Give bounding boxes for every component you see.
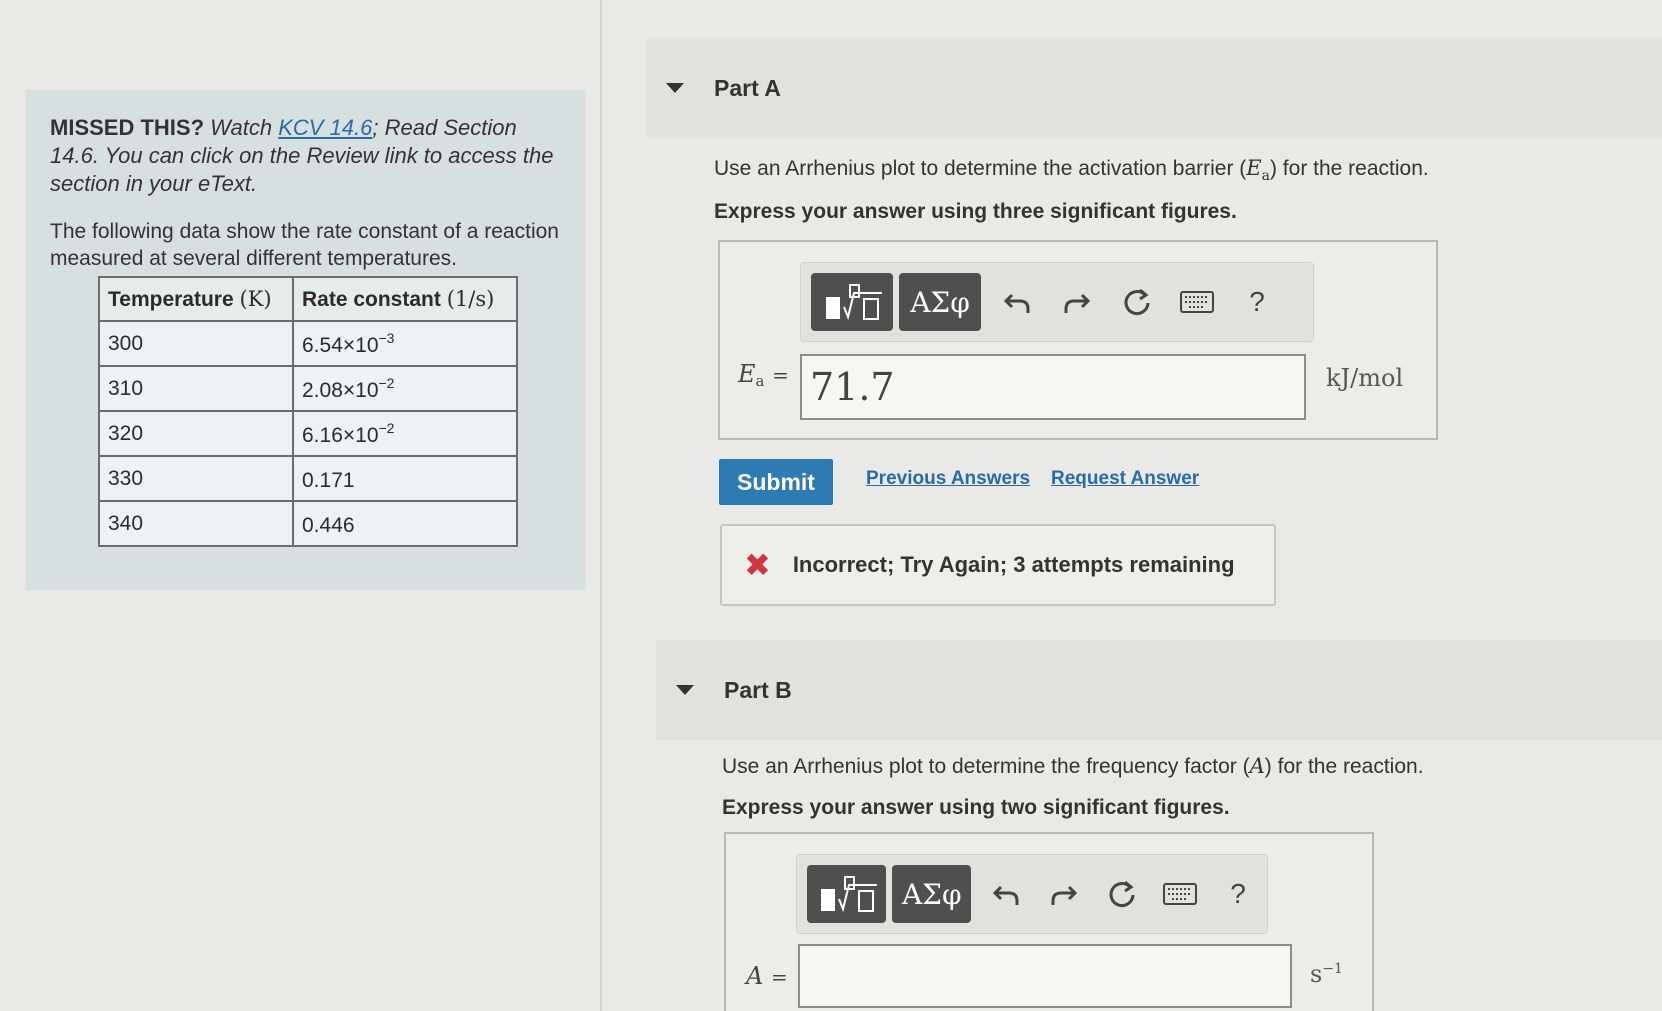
- part-a-toolbar: ΑΣφ ?: [800, 262, 1314, 342]
- part-a-header[interactable]: Part A: [646, 38, 1662, 138]
- table-row: 300 6.54×10−3: [98, 320, 518, 367]
- panel-divider: [600, 0, 602, 1011]
- submit-button[interactable]: Submit: [719, 459, 833, 505]
- collapse-triangle-icon[interactable]: [666, 83, 684, 93]
- intro-text: The following data show the rate constan…: [50, 220, 559, 270]
- table-header-row: Temperature (K) Rate constant (1/s): [98, 276, 518, 322]
- part-b-header[interactable]: Part B: [656, 640, 1662, 740]
- undo-icon[interactable]: [977, 865, 1035, 923]
- cell-temperature: 340: [98, 500, 294, 547]
- table-row: 320 6.16×10−2: [98, 410, 518, 457]
- missed-label: MISSED THIS?: [50, 115, 205, 140]
- cell-rate: 6.16×10−2: [292, 410, 518, 457]
- rate-constant-table: Temperature (K) Rate constant (1/s) 300 …: [98, 276, 518, 547]
- help-icon[interactable]: ?: [1227, 273, 1287, 331]
- missed-watch: Watch: [210, 115, 273, 140]
- part-b-instruction: Express your answer using two significan…: [722, 796, 1230, 819]
- header-temperature: Temperature (K): [98, 276, 294, 322]
- reset-icon[interactable]: [1107, 273, 1167, 331]
- part-b-answer-box: ΑΣφ ? A = s−1: [724, 832, 1374, 1011]
- reset-icon[interactable]: [1093, 865, 1151, 923]
- cell-temperature: 310: [98, 365, 294, 412]
- a-answer-input[interactable]: [798, 944, 1292, 1008]
- undo-icon[interactable]: [987, 273, 1047, 331]
- table-row: 310 2.08×10−2: [98, 365, 518, 412]
- part-b-question: Use an Arrhenius plot to determine the f…: [722, 754, 1424, 778]
- cell-rate: 6.54×10−3: [292, 320, 518, 367]
- collapse-triangle-icon[interactable]: [676, 685, 694, 695]
- greek-symbols-button[interactable]: ΑΣφ: [899, 273, 981, 331]
- part-a-instruction: Express your answer using three signific…: [714, 200, 1237, 223]
- incorrect-x-icon: ✖: [744, 547, 771, 583]
- header-rate-constant: Rate constant (1/s): [292, 276, 518, 322]
- incorrect-feedback: ✖ Incorrect; Try Again; 3 attempts remai…: [720, 524, 1276, 606]
- a-label: A =: [746, 962, 788, 990]
- previous-answers-link[interactable]: Previous Answers: [866, 468, 1030, 490]
- feedback-message: Incorrect; Try Again; 3 attempts remaini…: [792, 552, 1235, 577]
- problem-intro-panel: MISSED THIS? Watch KCV 14.6; Read Sectio…: [26, 90, 586, 590]
- table-row: 330 0.171: [98, 455, 518, 502]
- cell-temperature: 330: [98, 455, 294, 502]
- cell-rate: 2.08×10−2: [292, 365, 518, 412]
- template-icon: [826, 284, 882, 321]
- part-b-title: Part B: [724, 676, 792, 703]
- cell-temperature: 320: [98, 410, 294, 457]
- part-a-question: Use an Arrhenius plot to determine the a…: [714, 156, 1429, 185]
- keyboard-icon[interactable]: [1151, 865, 1209, 923]
- keyboard-icon[interactable]: [1167, 273, 1227, 331]
- request-answer-link[interactable]: Request Answer: [1051, 468, 1199, 490]
- template-button[interactable]: [811, 273, 893, 331]
- redo-icon[interactable]: [1047, 273, 1107, 331]
- part-b-toolbar: ΑΣφ ?: [796, 854, 1268, 934]
- kcv-link[interactable]: KCV 14.6: [278, 115, 372, 140]
- ea-answer-input[interactable]: 71.7: [800, 354, 1306, 420]
- template-icon: [820, 876, 877, 913]
- ea-label: Ea =: [738, 360, 789, 390]
- help-icon[interactable]: ?: [1209, 865, 1267, 923]
- cell-rate: 0.446: [292, 500, 518, 547]
- cell-rate: 0.171: [292, 455, 518, 502]
- template-button[interactable]: [807, 865, 887, 923]
- greek-symbols-button[interactable]: ΑΣφ: [892, 865, 972, 923]
- redo-icon[interactable]: [1035, 865, 1093, 923]
- table-row: 340 0.446: [98, 500, 518, 547]
- part-a-title: Part A: [714, 74, 781, 101]
- a-unit: s−1: [1310, 960, 1343, 988]
- cell-temperature: 300: [98, 320, 294, 367]
- part-a-answer-box: ΑΣφ ? Ea = 71.7 kJ/mol: [718, 240, 1438, 440]
- missed-this-note: MISSED THIS? Watch KCV 14.6; Read Sectio…: [50, 114, 564, 198]
- ea-unit: kJ/mol: [1326, 364, 1404, 392]
